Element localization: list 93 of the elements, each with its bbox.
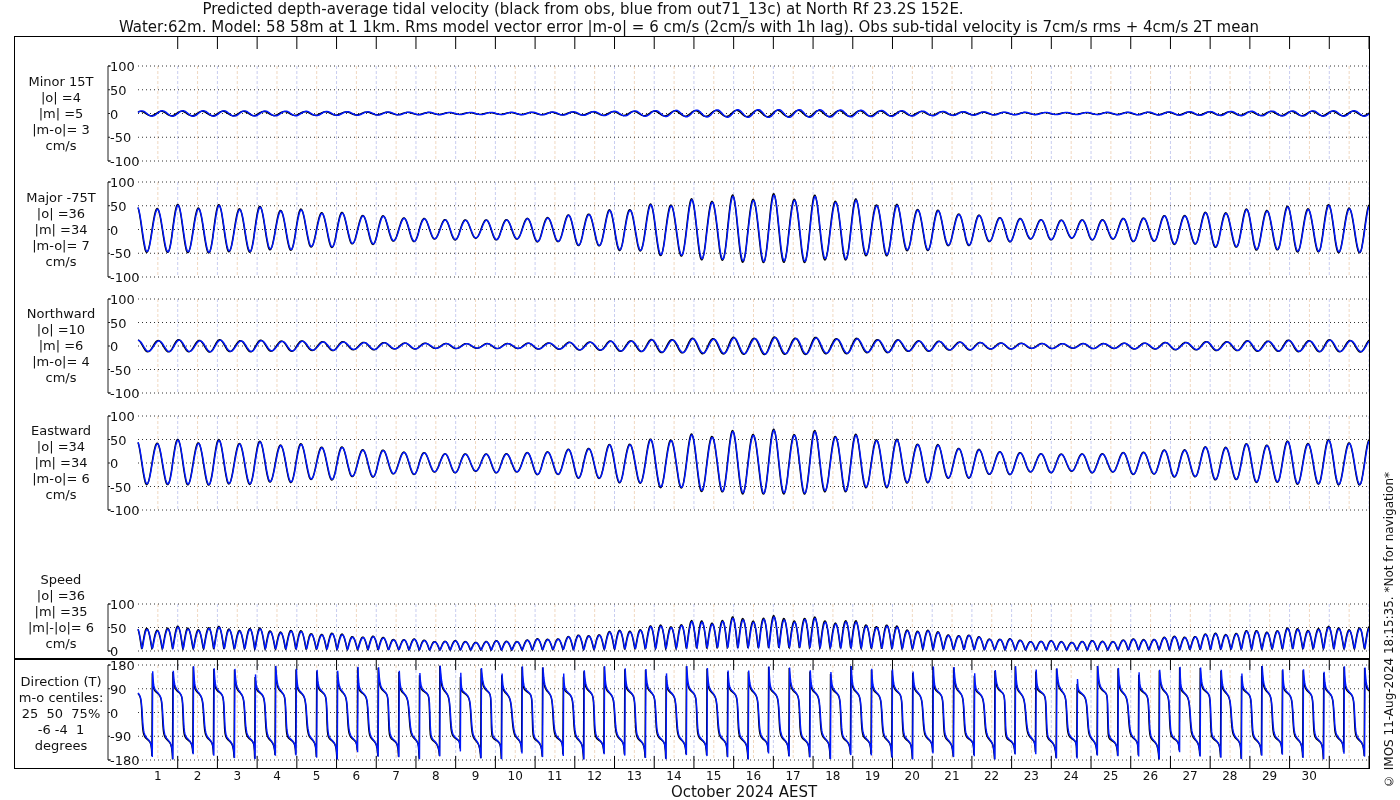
panel-label: |m| =35 xyxy=(34,604,88,620)
axis-tick-label: 50 xyxy=(110,315,127,331)
panel-label: |m-o|= 3 xyxy=(32,121,90,138)
axis-tick-label: 0 xyxy=(110,705,119,721)
panel-label: Direction (T) xyxy=(20,674,102,690)
axis-tick-label: 100 xyxy=(110,597,135,612)
axis-tick-label: 50 xyxy=(110,432,127,448)
day-label: 7 xyxy=(391,769,401,783)
panel-label: |m| =34 xyxy=(34,455,88,471)
axis-tick-label: 100 xyxy=(110,409,135,424)
axis-tick-label: 50 xyxy=(110,198,127,214)
axis-tick-label: 100 xyxy=(110,292,135,307)
axis-tick-label: -100 xyxy=(110,154,140,169)
axis-tick-label: -50 xyxy=(110,130,132,146)
panel-label: |o| =36 xyxy=(36,205,86,222)
panel-label: |m-o|= 6 xyxy=(32,471,90,487)
panel-label: |m| =6 xyxy=(38,338,84,354)
day-label: 8 xyxy=(430,769,441,783)
axis-tick-label: 180 xyxy=(110,660,135,673)
copyright-notice: © IMOS 11-Aug-2024 18:15:35. *Not for navigation* xyxy=(1382,471,1396,788)
panel-label: |o| =4 xyxy=(41,89,81,106)
chart-title: Predicted depth-average tidal velocity (black from obs, blue from out71_13c) at North Rf 23.2S 152E. xyxy=(202,0,965,18)
axis-tick-label: 90 xyxy=(110,681,127,697)
panel-label: |o| =34 xyxy=(36,439,86,455)
day-label: 22 xyxy=(982,769,1001,783)
day-label: 17 xyxy=(784,769,802,783)
panel-label: cm/s xyxy=(45,370,77,386)
day-label: 21 xyxy=(943,769,961,783)
chart-title: Water:62m. Model: 58 58m at 1 1km. Rms model vector error |m-o| = 6 cm/s (2cm/s with 1h lag). Obs sub-tidal velocity is 7cm/s rms + 4cm/s 2T mean xyxy=(118,18,1260,36)
day-label: 1 xyxy=(153,769,163,783)
day-label: 13 xyxy=(625,769,643,783)
day-label: 28 xyxy=(1221,769,1239,783)
axis-tick-label: 50 xyxy=(110,82,127,98)
axis-tick-label: 0 xyxy=(110,644,119,658)
day-label: 2 xyxy=(192,769,203,783)
panel-label: Speed xyxy=(40,572,82,588)
day-label: 23 xyxy=(1022,769,1040,783)
day-label: 14 xyxy=(665,769,683,783)
panel-label: cm/s xyxy=(45,636,77,652)
day-label: 27 xyxy=(1181,769,1199,783)
axis-tick-label: -90 xyxy=(110,729,132,745)
axis-tick-label: -50 xyxy=(110,479,132,495)
day-label: 18 xyxy=(824,769,842,783)
day-label: 25 xyxy=(1102,769,1120,783)
panel-label: cm/s xyxy=(45,137,77,154)
axis-tick-label: 100 xyxy=(110,59,135,74)
day-label: 29 xyxy=(1260,769,1279,783)
panel-label: 25 50 75% xyxy=(21,706,101,722)
panel-label: cm/s xyxy=(45,253,77,270)
axis-tick-label: -180 xyxy=(110,753,140,768)
y-axis xyxy=(107,603,112,652)
panel-label: Eastward xyxy=(31,423,91,439)
panel-label: degrees xyxy=(34,738,88,754)
panel-label: Northward xyxy=(26,306,96,322)
day-label: 26 xyxy=(1141,769,1160,783)
panel-label: cm/s xyxy=(45,487,77,503)
day-label: 12 xyxy=(585,769,604,783)
day-label: 30 xyxy=(1300,769,1318,783)
panel-label: Minor 15T xyxy=(28,73,94,90)
axis-tick-label: 0 xyxy=(110,339,119,354)
axis-tick-label: -100 xyxy=(110,503,140,518)
day-label: 24 xyxy=(1062,769,1080,783)
panel-label: -6 -4 1 xyxy=(37,722,85,738)
day-label: 5 xyxy=(311,769,322,783)
axis-tick-label: 100 xyxy=(110,175,135,190)
panel-label: Major -75T xyxy=(26,189,96,206)
day-label: 19 xyxy=(863,769,882,783)
day-label: 16 xyxy=(744,769,763,783)
day-label: 6 xyxy=(351,769,362,783)
panel-label: |o| =10 xyxy=(36,322,86,338)
day-label: 11 xyxy=(546,769,564,783)
day-label: 10 xyxy=(506,769,524,783)
panel-label: |m-o|= 4 xyxy=(32,354,90,370)
axis-tick-label: -50 xyxy=(110,362,132,378)
axis-tick-label: 0 xyxy=(110,456,119,471)
day-label: 3 xyxy=(232,769,243,783)
day-label: 20 xyxy=(903,769,921,783)
axis-tick-label: 50 xyxy=(110,620,127,636)
panel-label: m-o centiles: xyxy=(18,690,104,706)
day-label: 4 xyxy=(272,769,282,783)
day-label: 9 xyxy=(470,769,481,783)
axis-tick-label: -100 xyxy=(110,270,140,285)
axis-tick-label: 0 xyxy=(110,106,119,122)
axis-tick-label: 0 xyxy=(110,222,119,238)
axis-tick-label: -50 xyxy=(110,246,132,262)
panel-label: |m|-|o|= 6 xyxy=(27,620,95,636)
panel-label: |m-o|= 7 xyxy=(32,237,90,254)
day-label: 15 xyxy=(705,769,723,783)
panel-label: |m| =34 xyxy=(34,221,88,238)
axis-tick-label: -100 xyxy=(110,386,140,401)
panel-label: |o| =36 xyxy=(36,588,86,604)
x-axis-label: October 2024 AEST xyxy=(669,783,819,800)
panel-label: |m| =5 xyxy=(38,105,84,122)
